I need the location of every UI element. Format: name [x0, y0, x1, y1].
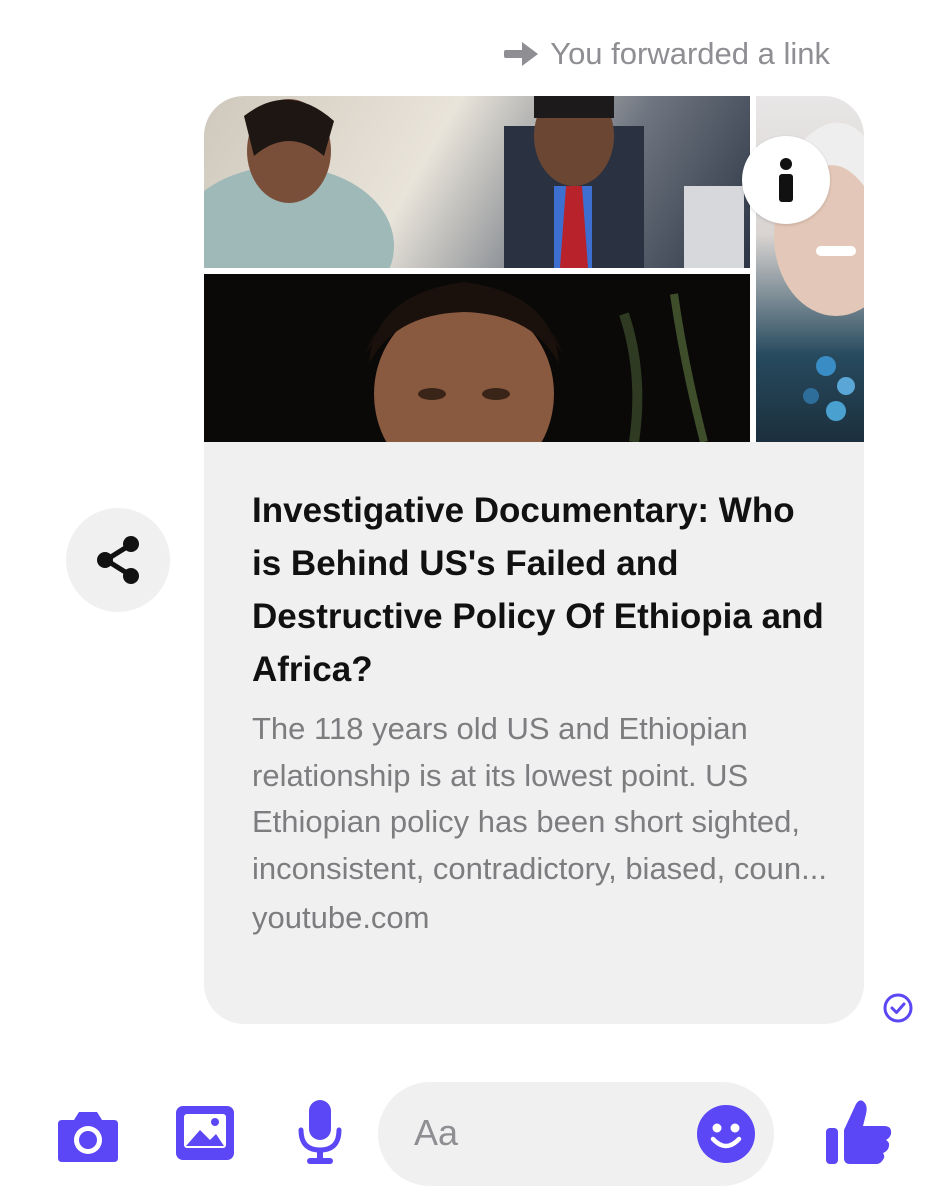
info-icon: [779, 158, 793, 202]
gallery-button[interactable]: [174, 1102, 236, 1164]
check-circle-icon: [883, 993, 913, 1023]
preview-photo-top: [204, 96, 750, 268]
emoji-button[interactable]: [696, 1104, 756, 1164]
camera-icon: [58, 1112, 118, 1162]
link-domain: youtube.com: [252, 900, 430, 935]
microphone-icon: [298, 1100, 342, 1164]
message-composer: Aa: [0, 1080, 934, 1190]
gallery-icon: [176, 1106, 234, 1160]
share-icon: [97, 536, 139, 584]
message-input[interactable]: Aa: [378, 1082, 774, 1186]
like-button[interactable]: [824, 1098, 894, 1168]
camera-button[interactable]: [56, 1104, 120, 1164]
arrow-right-icon: [504, 42, 539, 66]
thumbs-up-icon: [826, 1100, 892, 1164]
microphone-button[interactable]: [296, 1098, 344, 1168]
share-button[interactable]: [66, 508, 170, 612]
link-title[interactable]: Investigative Documentary: Who is Behind…: [252, 484, 832, 696]
forwarded-text: You forwarded a link: [550, 36, 830, 71]
forwarded-indicator: You forwarded a link: [504, 36, 830, 72]
link-description: The 118 years old US and Ethiopian relat…: [252, 711, 827, 886]
link-preview-text[interactable]: Investigative Documentary: Who is Behind…: [252, 484, 832, 936]
info-button[interactable]: [742, 136, 830, 224]
emoji-icon: [697, 1105, 755, 1163]
link-preview-card[interactable]: Investigative Documentary: Who is Behind…: [204, 96, 864, 1024]
message-input-placeholder: Aa: [414, 1112, 459, 1153]
preview-photo-bottom: [204, 274, 750, 442]
